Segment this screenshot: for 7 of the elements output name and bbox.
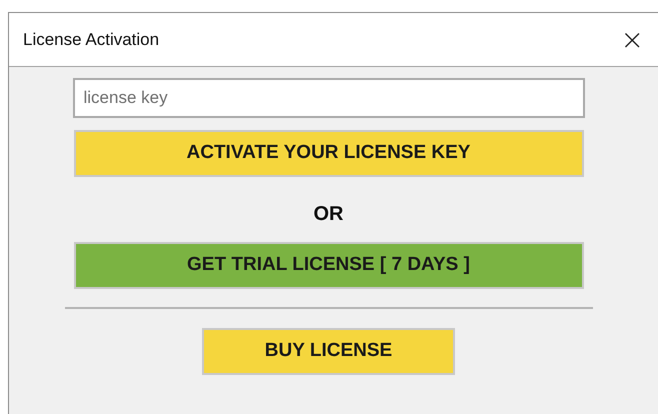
action-button[interactable]: ACTIVATE YOUR LICENSE KEY xyxy=(74,130,584,177)
action-button[interactable]: GET TRIAL LICENSE [ 7 DAYS ] xyxy=(74,242,584,289)
close-button[interactable]: × xyxy=(620,26,644,54)
license-key-field[interactable]: license key xyxy=(72,78,584,118)
separator-text: OR xyxy=(314,202,344,227)
window-title: License Activation xyxy=(23,28,160,51)
action-button[interactable]: BUY LICENSE xyxy=(202,328,455,375)
